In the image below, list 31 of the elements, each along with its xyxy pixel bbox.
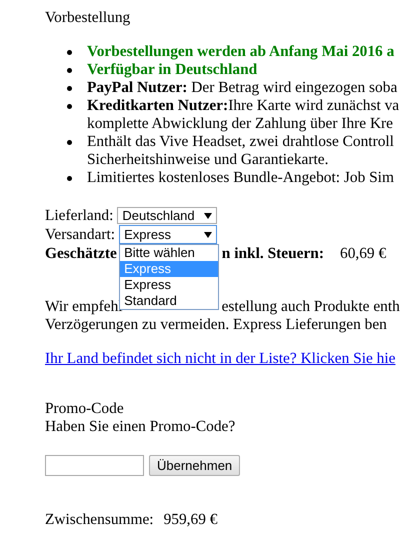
country-link[interactable]: Ihr Land befindet sich nicht in der Liste? Klicken Sie hie [45,350,396,368]
caret-icon [204,232,212,238]
note-text: Enthält das Vive Headset, zwei drahtlose Controll Sicherheitshinweise und Garantiekarte. [87,133,394,169]
subtotal-label: Zwischensumme: [45,511,154,529]
estimate-label: n inkl. Steuern: [222,245,324,263]
recommendation-text: estellung auch Produkte enth [222,298,400,316]
field-label: Lieferland: [45,206,114,224]
bullet-icon [67,176,72,181]
subtotal-value: 959,69 € [164,511,218,529]
promo-code-input[interactable] [45,455,144,476]
apply-button[interactable]: Übernehmen [149,455,240,476]
field-label: Versandart: [45,226,116,244]
estimate-value: 60,69 € [340,245,386,263]
section-title: Vorbestellung [45,9,132,27]
note-text: Kreditkarten Nutzer:Ihre Karte wird zunächst va komplette Abwicklung der Zahlung über Ihre Kre [87,97,400,133]
note-text: Vorbestellungen werden ab Anfang Mai 2016 a [87,43,394,61]
shipping-select[interactable]: Express [119,225,218,244]
bullet-icon [67,86,72,91]
note-text: Limitiertes kostenloses Bundle-Angebot: Job Sim [87,169,394,187]
note-text: PayPal Nutzer: Der Betrag wird eingezogen soba [87,79,398,97]
bullet-icon [67,50,72,55]
bullet-icon [67,68,72,73]
recommendation-text: Verzögerungen zu vermeiden. Express Lieferungen ben [45,316,387,334]
country-select[interactable]: Deutschland [117,207,218,224]
bullet-icon [67,140,72,145]
note-text: Verfügbar in Deutschland [87,61,258,79]
estimate-label: Geschätzte [45,245,117,263]
bullet-icon [67,104,72,109]
promo-title: Promo-Code [45,400,124,418]
caret-icon [204,212,212,218]
promo-question: Haben Sie einen Promo-Code? [45,418,236,436]
